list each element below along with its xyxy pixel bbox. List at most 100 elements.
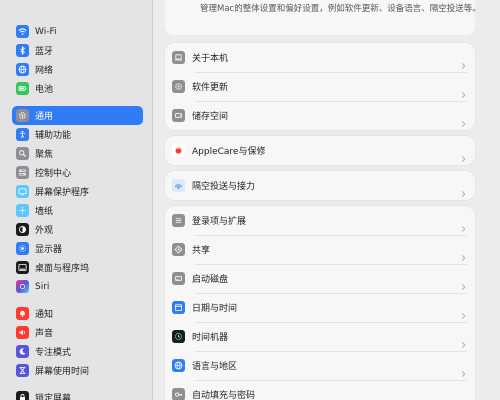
sidebar-item-label: 聚焦 (35, 150, 54, 160)
row-login-items[interactable]: 登录项与扩展 (165, 206, 475, 235)
row-label: 语言与地区 (192, 362, 238, 372)
battery-icon (16, 82, 29, 95)
chevron-right-icon (460, 391, 467, 400)
laptop-icon (172, 51, 185, 64)
page-description: 管理Mac的整体设置和偏好设置，例如软件更新、设备语言、隔空投送等。 (200, 4, 481, 14)
language-icon (172, 359, 185, 372)
sidebar-item-wifi[interactable]: Wi-Fi (12, 22, 143, 41)
sidebar-item-appearance[interactable]: 外观 (12, 220, 143, 239)
settings-group: 登录项与扩展 共享 启动磁盘 日期与时间 时间机器 语言与地区 自动填充与密码 (165, 206, 475, 400)
row-label: 关于本机 (192, 54, 229, 64)
row-label: 时间机器 (192, 333, 229, 343)
row-airdrop[interactable]: 隔空投送与接力 (165, 171, 475, 200)
bluetooth-icon (16, 44, 29, 57)
bell-icon (16, 307, 29, 320)
main-content: 管理Mac的整体设置和偏好设置，例如软件更新、设备语言、隔空投送等。 关于本机 … (153, 0, 500, 400)
sidebar-item-label: 外观 (35, 226, 54, 236)
dock-icon (16, 261, 29, 274)
lock-icon (16, 391, 29, 400)
sidebar-item-screensaver[interactable]: 屏幕保护程序 (12, 182, 143, 201)
moon-icon (16, 345, 29, 358)
sidebar-item-label: 显示器 (35, 245, 63, 255)
row-time-machine[interactable]: 时间机器 (165, 322, 475, 351)
settings-group: AppleCare与保修 (165, 136, 475, 165)
chevron-right-icon (460, 54, 467, 69)
sidebar-item-label: 电池 (35, 85, 54, 95)
row-software-update[interactable]: 软件更新 (165, 72, 475, 101)
sidebar-item-notifications[interactable]: 通知 (12, 304, 143, 323)
chevron-right-icon (460, 246, 467, 261)
row-startup-disk[interactable]: 启动磁盘 (165, 264, 475, 293)
sidebar-item-label: 网络 (35, 66, 54, 76)
calendar-icon (172, 301, 185, 314)
search-icon (16, 147, 29, 160)
chevron-right-icon (460, 333, 467, 348)
sidebar-item-label: 屏幕使用时间 (35, 367, 90, 377)
sidebar-item-label: 通知 (35, 310, 54, 320)
row-label: 隔空投送与接力 (192, 182, 256, 192)
chevron-right-icon (460, 304, 467, 319)
hourglass-icon (16, 364, 29, 377)
row-label: 软件更新 (192, 83, 229, 93)
siri-icon (16, 280, 29, 293)
row-sharing[interactable]: 共享 (165, 235, 475, 264)
sidebar-item-label: 墙纸 (35, 207, 54, 217)
apple-icon (172, 144, 185, 157)
sidebar-item-label: Wi-Fi (35, 26, 57, 37)
row-label: 自动填充与密码 (192, 391, 256, 400)
row-label: AppleCare与保修 (192, 147, 266, 157)
row-applecare[interactable]: AppleCare与保修 (165, 136, 475, 165)
share-icon (172, 243, 185, 256)
appearance-icon (16, 223, 29, 236)
row-storage[interactable]: 储存空间 (165, 101, 475, 130)
sidebar-item-bluetooth[interactable]: 蓝牙 (12, 41, 143, 60)
time-machine-icon (172, 330, 185, 343)
row-language-region[interactable]: 语言与地区 (165, 351, 475, 380)
sidebar-item-lock-screen[interactable]: 锁定屏幕 (12, 388, 143, 400)
row-label: 共享 (192, 246, 211, 256)
row-label: 登录项与扩展 (192, 217, 247, 227)
chevron-right-icon (460, 83, 467, 98)
sidebar-item-general[interactable]: 通用 (12, 106, 143, 125)
settings-group: 关于本机 软件更新 储存空间 (165, 43, 475, 130)
display-icon (16, 242, 29, 255)
globe-icon (16, 63, 29, 76)
sidebar-item-label: 屏幕保护程序 (35, 188, 90, 198)
sidebar-item-control-center[interactable]: 控制中心 (12, 163, 143, 182)
wifi-icon (16, 25, 29, 38)
gear-icon (16, 109, 29, 122)
disk-icon (172, 272, 185, 285)
key-icon (172, 388, 185, 400)
sidebar-item-label: 蓝牙 (35, 47, 54, 57)
chevron-right-icon (460, 112, 467, 127)
sidebar-item-battery[interactable]: 电池 (12, 79, 143, 98)
screensaver-icon (16, 185, 29, 198)
chevron-right-icon (460, 147, 467, 162)
gear-badge-icon (172, 80, 185, 93)
chevron-right-icon (460, 275, 467, 290)
sidebar-item-desktop-dock[interactable]: 桌面与程序坞 (12, 258, 143, 277)
chevron-right-icon (460, 362, 467, 377)
sidebar-item-displays[interactable]: 显示器 (12, 239, 143, 258)
sidebar: Wi-Fi 蓝牙 网络 电池 通用 辅助功能 聚焦 控制中心 屏幕保护程序 墙纸… (0, 0, 153, 400)
settings-group: 隔空投送与接力 (165, 171, 475, 200)
row-about[interactable]: 关于本机 (165, 43, 475, 72)
general-header-card: 管理Mac的整体设置和偏好设置，例如软件更新、设备语言、隔空投送等。 (165, 0, 481, 35)
row-autofill-passwords[interactable]: 自动填充与密码 (165, 380, 475, 400)
row-date-time[interactable]: 日期与时间 (165, 293, 475, 322)
sidebar-item-focus[interactable]: 专注模式 (12, 342, 143, 361)
sidebar-item-network[interactable]: 网络 (12, 60, 143, 79)
sidebar-item-accessibility[interactable]: 辅助功能 (12, 125, 143, 144)
sidebar-item-label: 声音 (35, 329, 54, 339)
sidebar-item-wallpaper[interactable]: 墙纸 (12, 201, 143, 220)
sidebar-item-screen-time[interactable]: 屏幕使用时间 (12, 361, 143, 380)
row-label: 储存空间 (192, 112, 229, 122)
sidebar-item-label: 锁定屏幕 (35, 394, 72, 400)
chevron-right-icon (460, 217, 467, 232)
sidebar-item-sound[interactable]: 声音 (12, 323, 143, 342)
sidebar-item-spotlight[interactable]: 聚焦 (12, 144, 143, 163)
storage-icon (172, 109, 185, 122)
sidebar-item-label: 辅助功能 (35, 131, 72, 141)
sidebar-item-siri[interactable]: Siri (12, 277, 143, 296)
sidebar-item-label: 专注模式 (35, 348, 72, 358)
